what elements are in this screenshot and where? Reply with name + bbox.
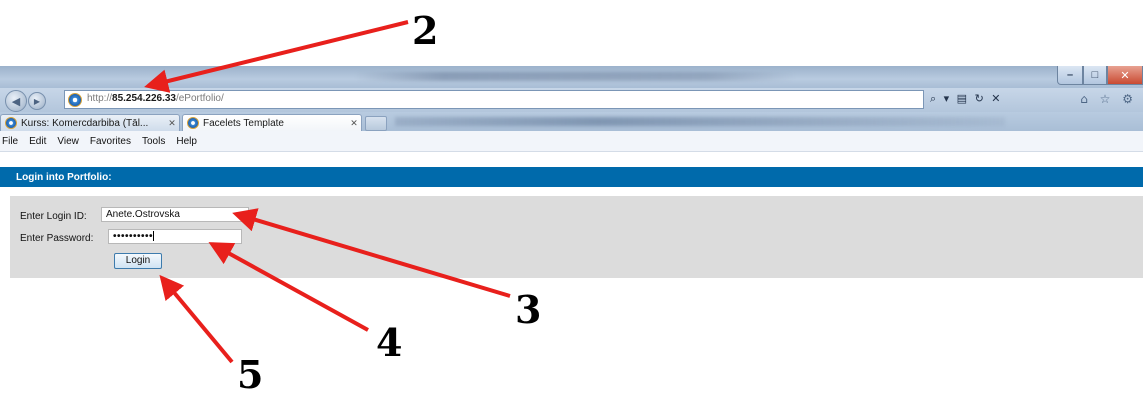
menu-view[interactable]: View — [57, 136, 79, 147]
forward-button[interactable]: ▶ — [28, 92, 46, 110]
url-host: 85.254.226.33 — [112, 93, 176, 104]
blurred-window-title — [355, 72, 795, 81]
ie-icon — [68, 93, 82, 107]
navigation-bar: ◀ ▶ http://85.254.226.33/ePortfolio/ ⌕ ▾… — [0, 88, 1143, 112]
tab-label: Kurss: Komercdarbiba (Tāl... — [21, 117, 149, 129]
window-controls: – □ ✕ — [1057, 66, 1143, 86]
maximize-button[interactable]: □ — [1083, 66, 1107, 85]
browser-window: – □ ✕ ◀ ▶ http://85.254.226.33/ePortfoli… — [0, 66, 1143, 158]
address-bar[interactable]: http://85.254.226.33/ePortfolio/ — [64, 90, 924, 109]
tab-label: Facelets Template — [203, 117, 284, 129]
text-cursor — [153, 231, 155, 242]
ie-icon — [5, 117, 17, 129]
close-window-button[interactable]: ✕ — [1107, 66, 1143, 85]
back-button[interactable]: ◀ — [5, 90, 27, 112]
blurred-favorites-area — [395, 117, 1005, 126]
ie-icon — [187, 117, 199, 129]
tab-bar: Kurss: Komercdarbiba (Tāl... ✕ Facelets … — [0, 112, 1143, 131]
login-button[interactable]: Login — [114, 253, 162, 269]
annotation-number-2: 2 — [412, 8, 439, 53]
password-dots: •••••••••• — [113, 231, 154, 242]
back-arrow-icon: ◀ — [11, 95, 21, 108]
login-id-label: Enter Login ID: — [20, 211, 87, 222]
menu-favorites[interactable]: Favorites — [90, 136, 131, 147]
new-tab-button[interactable] — [365, 116, 387, 131]
menu-bar: File Edit View Favorites Tools Help — [0, 131, 1143, 152]
home-favorites-settings-icons[interactable]: ⌂ ☆ ⚙ — [1080, 92, 1137, 106]
menu-help[interactable]: Help — [176, 136, 197, 147]
close-tab-icon[interactable]: ✕ — [165, 118, 179, 129]
title-bar: – □ ✕ — [0, 66, 1143, 88]
url-path: /ePortfolio/ — [175, 93, 224, 104]
password-label: Enter Password: — [20, 233, 94, 244]
address-bar-tools[interactable]: ⌕ ▾ ▤ ↻ ✕ — [930, 92, 1003, 106]
minimize-button[interactable]: – — [1057, 66, 1083, 85]
login-id-input[interactable]: Anete.Ostrovska — [101, 207, 249, 222]
menu-file[interactable]: File — [2, 136, 18, 147]
forward-arrow-icon: ▶ — [33, 96, 41, 106]
tab-kurss[interactable]: Kurss: Komercdarbiba (Tāl... ✕ — [0, 114, 180, 131]
tab-facelets-template[interactable]: Facelets Template ✕ — [182, 114, 362, 131]
annotation-number-4: 4 — [376, 320, 403, 365]
menu-tools[interactable]: Tools — [142, 136, 165, 147]
arrow-to-login-button — [159, 274, 234, 364]
close-tab-icon[interactable]: ✕ — [347, 118, 361, 129]
login-panel: Enter Login ID: Anete.Ostrovska Enter Pa… — [10, 196, 1143, 278]
annotation-number-5: 5 — [237, 352, 264, 397]
url-text: http://85.254.226.33/ePortfolio/ — [87, 93, 224, 104]
page-header: Login into Portfolio: — [0, 167, 1143, 187]
menu-edit[interactable]: Edit — [29, 136, 46, 147]
url-prefix: http:// — [87, 93, 113, 104]
password-input[interactable]: •••••••••• — [108, 229, 242, 244]
annotation-number-3: 3 — [515, 287, 542, 332]
